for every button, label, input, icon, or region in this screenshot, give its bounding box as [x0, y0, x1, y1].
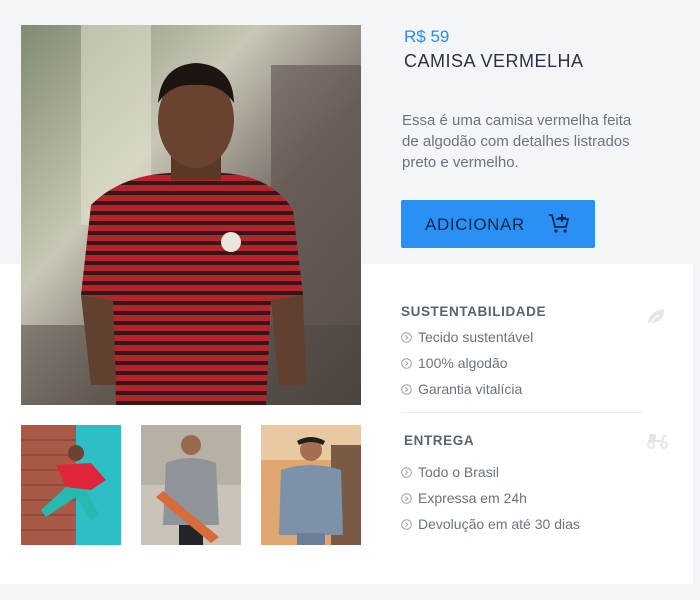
main-product-image [21, 25, 361, 405]
add-to-cart-label: ADICIONAR [425, 215, 525, 234]
add-cart-icon [547, 212, 571, 236]
delivery-title: ENTREGA [404, 433, 475, 448]
scooter-icon [646, 430, 670, 450]
section-divider [401, 412, 642, 413]
chevron-right-icon [401, 492, 412, 504]
chevron-right-icon [401, 331, 412, 343]
list-item-label: Garantia vitalícia [418, 381, 523, 397]
chevron-right-icon [401, 466, 412, 478]
chevron-right-icon [401, 518, 412, 530]
list-item: Devolução em até 30 dias [401, 511, 580, 537]
list-item-label: 100% algodão [418, 355, 508, 371]
thumbnail-3[interactable] [261, 425, 361, 545]
list-item-label: Tecido sustentável [418, 329, 534, 345]
list-item: Expressa em 24h [401, 485, 580, 511]
list-item-label: Devolução em até 30 dias [418, 516, 580, 532]
list-item-label: Expressa em 24h [418, 490, 527, 506]
list-item: Todo o Brasil [401, 459, 580, 485]
thumbnail-2[interactable] [141, 425, 241, 545]
chevron-right-icon [401, 357, 412, 369]
thumbnail-1[interactable] [21, 425, 121, 545]
list-item: Garantia vitalícia [401, 376, 533, 402]
delivery-list: Todo o Brasil Expressa em 24h Devolução … [401, 459, 580, 537]
leaf-icon [645, 306, 667, 328]
add-to-cart-button[interactable]: ADICIONAR [401, 200, 595, 248]
list-item: 100% algodão [401, 350, 533, 376]
sustainability-list: Tecido sustentável 100% algodão Garantia… [401, 324, 533, 402]
product-description: Essa é uma camisa vermelha feita de algo… [402, 112, 632, 171]
list-item-label: Todo o Brasil [418, 464, 499, 480]
chevron-right-icon [401, 383, 412, 395]
list-item: Tecido sustentável [401, 324, 533, 350]
product-title: CAMISA VERMELHA [404, 51, 584, 71]
sustainability-title: SUSTENTABILIDADE [401, 304, 547, 319]
product-price: R$ 59 [404, 27, 450, 46]
